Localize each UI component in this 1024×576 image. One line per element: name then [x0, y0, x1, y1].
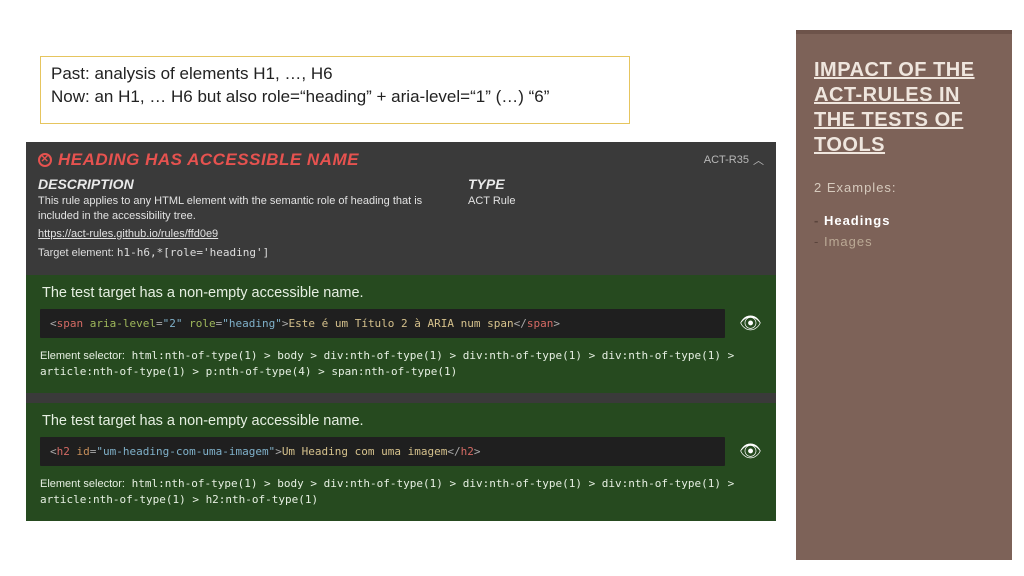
result-title: The test target has a non-empty accessib…	[40, 285, 762, 301]
type-value: ACT Rule	[468, 194, 515, 209]
eye-icon[interactable]: 👁	[739, 441, 762, 462]
eye-icon[interactable]: 👁	[739, 313, 762, 334]
rule-id-toggle[interactable]: ACT-R35 ︿	[704, 152, 764, 168]
result-block: The test target has a non-empty accessib…	[26, 403, 776, 521]
target-value: h1-h6,*[role='heading']	[117, 246, 269, 259]
result-block: The test target has a non-empty accessib…	[26, 275, 776, 393]
sidebar-item-images[interactable]: Images	[814, 232, 994, 253]
rule-status-icon: ✕	[38, 153, 52, 167]
type-heading: TYPE	[468, 176, 515, 192]
rule-id-label: ACT-R35	[704, 154, 749, 166]
description-text: This rule applies to any HTML element wi…	[38, 194, 428, 224]
rule-link[interactable]: https://act-rules.github.io/rules/ffd0e9	[38, 228, 218, 240]
rule-title: HEADING HAS ACCESSIBLE NAME	[58, 150, 359, 170]
code-snippet: <h2 id="um-heading-com-uma-imagem">Um He…	[40, 437, 725, 466]
element-selector: Element selector: html:nth-of-type(1) > …	[40, 348, 762, 381]
sidebar-list: Headings Images	[814, 211, 994, 253]
description-heading: DESCRIPTION	[38, 176, 428, 192]
element-selector: Element selector: html:nth-of-type(1) > …	[40, 476, 762, 509]
rule-title-row: ✕ HEADING HAS ACCESSIBLE NAME	[38, 150, 359, 170]
chevron-up-icon: ︿	[753, 152, 764, 168]
target-label: Target element:	[38, 247, 114, 259]
target-element-line: Target element: h1-h6,*[role='heading']	[38, 246, 428, 259]
sidebar-title: IMPACT OF THE ACT-RULES IN THE TESTS OF …	[814, 58, 994, 158]
result-title: The test target has a non-empty accessib…	[40, 413, 762, 429]
sidebar-subtitle: 2 Examples:	[814, 180, 994, 195]
code-snippet: <span aria-level="2" role="heading">Este…	[40, 309, 725, 338]
sidebar-item-headings[interactable]: Headings	[814, 211, 994, 232]
note-line-2: Now: an H1, … H6 but also role=“heading”…	[51, 86, 619, 109]
note-callout: Past: analysis of elements H1, …, H6 Now…	[40, 56, 630, 124]
rule-panel: ✕ HEADING HAS ACCESSIBLE NAME ACT-R35 ︿ …	[26, 142, 776, 521]
sidebar: IMPACT OF THE ACT-RULES IN THE TESTS OF …	[796, 30, 1012, 560]
note-line-1: Past: analysis of elements H1, …, H6	[51, 63, 619, 86]
